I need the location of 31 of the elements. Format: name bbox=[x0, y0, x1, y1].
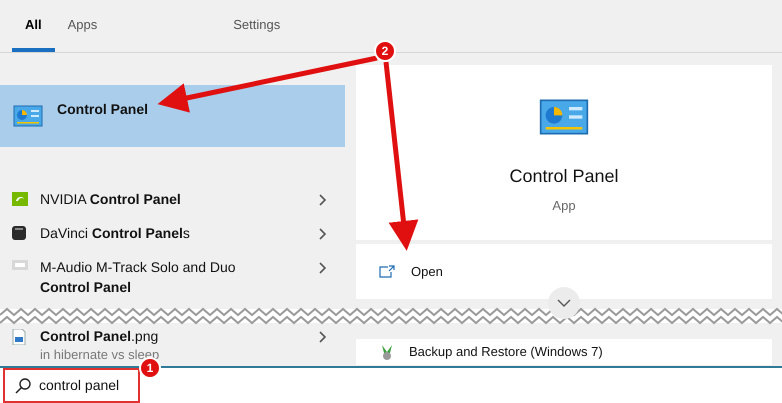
tab[interactable]: All bbox=[12, 0, 55, 52]
chevron-right-icon bbox=[319, 262, 327, 274]
app-icon bbox=[12, 260, 28, 270]
result-item[interactable]: M-Audio M-Track Solo and Duo Control Panel bbox=[0, 250, 345, 304]
result-title: M-Audio M-Track Solo and Duo Control Panel bbox=[40, 258, 237, 297]
search-icon bbox=[15, 378, 31, 394]
detail-title: Control Panel bbox=[509, 165, 619, 188]
chevron-right-icon bbox=[319, 331, 327, 343]
control-panel-icon bbox=[13, 104, 43, 128]
result-title: DaVinci Control Panels bbox=[40, 224, 191, 243]
search-field[interactable]: control panel bbox=[3, 368, 140, 403]
best-match-item[interactable]: Control Panel bbox=[0, 85, 345, 147]
result-title: Control Panel.png bbox=[40, 327, 160, 346]
open-button[interactable]: Open bbox=[379, 262, 749, 282]
result-item[interactable]: DaVinci Control Panels bbox=[0, 216, 345, 250]
open-icon bbox=[379, 265, 395, 278]
app-icon bbox=[12, 192, 28, 206]
detail-type: App bbox=[552, 197, 576, 215]
result-item[interactable]: NVIDIA Control Panel bbox=[0, 182, 345, 216]
image-file-icon bbox=[12, 329, 26, 345]
app-icon bbox=[379, 344, 395, 360]
item-title: Control Panel bbox=[57, 100, 148, 118]
step-badge: 2 bbox=[374, 40, 396, 62]
chevron-right-icon bbox=[319, 194, 327, 206]
result-title: NVIDIA Control Panel bbox=[40, 190, 182, 209]
chevron-down-icon bbox=[557, 299, 571, 307]
app-icon bbox=[12, 226, 26, 240]
chevron-right-icon bbox=[319, 228, 327, 240]
tab[interactable]: Settings bbox=[220, 0, 294, 52]
related-item[interactable]: Backup and Restore (Windows 7) bbox=[356, 339, 772, 365]
tab[interactable]: Apps bbox=[54, 0, 110, 52]
